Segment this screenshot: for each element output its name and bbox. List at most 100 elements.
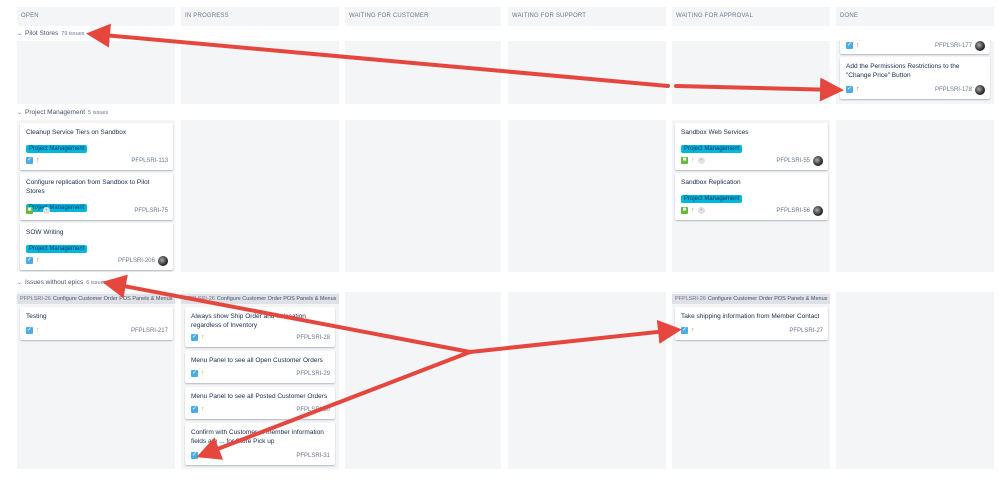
issue-key[interactable]: PFPLSRI-177: [935, 43, 972, 49]
task-icon: ✓: [191, 334, 198, 341]
column-header-open: OPEN: [17, 7, 175, 26]
card-title: Menu Panel to see all Posted Customer Or…: [191, 393, 328, 400]
parent-title: Configure Customer Order POS Panels & Me…: [52, 296, 173, 302]
parent-issue-header[interactable]: PFPLSRI-26 Configure Customer Order POS P…: [672, 294, 830, 304]
arrow-up-icon: ↑: [36, 257, 40, 264]
lane-pm-waiting-support: [508, 120, 666, 272]
card-title: Testing: [26, 313, 47, 320]
task-icon: ✓: [846, 42, 853, 49]
issue-key[interactable]: PFPLSRI-113: [131, 158, 168, 164]
lane-pilot-in-progress: [181, 41, 339, 104]
issue-key[interactable]: PFPLSRI-30: [296, 407, 330, 413]
arrow-up-icon: ↑: [36, 327, 40, 334]
lane-noepic-done: [836, 292, 994, 469]
card-pfplsri-217[interactable]: Testing ✓ ↑ PFPLSRI-217: [20, 307, 173, 340]
epic-badge[interactable]: Project Management: [26, 145, 88, 153]
parent-key[interactable]: PFPLSRI-26: [675, 296, 706, 302]
parent-key[interactable]: PFPLSRI-26: [20, 296, 51, 302]
issue-key[interactable]: PFPLSRI-28: [296, 335, 330, 341]
chevron-down-icon[interactable]: ⌄: [17, 279, 22, 286]
swimlane-count: 6 issues: [86, 279, 107, 286]
issue-key[interactable]: PFPLSRI-29: [296, 371, 330, 377]
swimlane-count: 79 issues: [61, 30, 85, 37]
card-pfplsri-113[interactable]: Cleanup Service Tiers on Sandbox Project…: [20, 123, 173, 170]
card-title: Always show Ship Order and ... location …: [191, 313, 306, 329]
column-header-done: DONE: [836, 7, 994, 26]
swimlane-header-no-epic[interactable]: ⌄ Issues without epics 6 issues: [17, 279, 106, 286]
lane-pm-waiting-customer: [345, 120, 501, 272]
lane-pilot-waiting-customer: [345, 41, 501, 104]
story-icon: ■: [26, 207, 33, 214]
lane-pm-in-progress: [181, 120, 339, 272]
card-pfplsri-27[interactable]: Take shipping information from Member Co…: [675, 307, 828, 340]
issue-key[interactable]: PFPLSRI-27: [789, 328, 823, 334]
arrow-up-icon: ↑: [691, 157, 695, 164]
swimlane-header-project-management[interactable]: ⌄ Project Management 5 issues: [17, 109, 108, 116]
arrow-up-icon: ↑: [36, 207, 40, 214]
lane-noepic-waiting-customer: [345, 292, 501, 469]
task-icon: ✓: [26, 327, 33, 334]
avatar[interactable]: [813, 155, 823, 166]
arrow-up-icon: ↑: [856, 86, 860, 93]
arrow-up-icon: ↑: [691, 327, 695, 334]
parent-issue-header[interactable]: PFPLSRI-26 Configure Customer Order POS P…: [181, 294, 339, 304]
issue-key[interactable]: PFPLSRI-217: [131, 328, 168, 334]
arrow-up-icon: ↑: [856, 42, 860, 49]
avatar[interactable]: [975, 40, 985, 51]
column-header-in-progress: IN PROGRESS: [181, 7, 339, 26]
task-icon: ✓: [191, 406, 198, 413]
parent-key[interactable]: PFPLSRI-26: [184, 296, 215, 302]
card-title: Cleanup Service Tiers on Sandbox: [26, 129, 127, 136]
card-pfplsri-56[interactable]: Sandbox Replication Project Management ■…: [675, 173, 828, 220]
issue-key[interactable]: PFPLSRI-206: [118, 258, 155, 264]
epic-badge[interactable]: Project Management: [681, 195, 743, 203]
card-title: Configure replication from Sandbox to Pi…: [26, 179, 150, 195]
chevron-down-icon[interactable]: ⌄: [17, 109, 22, 116]
parent-title: Configure Customer Order POS Panels & Me…: [216, 296, 337, 302]
swimlane-title: Pilot Stores: [25, 30, 59, 37]
swimlane-header-pilot-stores[interactable]: ⌄ Pilot Stores 79 issues: [17, 30, 85, 37]
card-pfplsri-31[interactable]: Confirm with Customer ... member informa…: [185, 423, 335, 465]
swimlane-title: Project Management: [25, 109, 86, 116]
epic-badge[interactable]: Project Management: [26, 245, 88, 253]
arrow-up-icon: ↑: [691, 207, 695, 214]
card-pfplsri-55[interactable]: Sandbox Web Services Project Management …: [675, 123, 828, 170]
parent-issue-header[interactable]: PFPLSRI-26 Configure Customer Order POS P…: [17, 294, 175, 304]
arrow-up-icon: ↑: [201, 334, 205, 341]
chevron-down-icon[interactable]: ⌄: [17, 30, 22, 37]
issue-key[interactable]: PFPLSRI-56: [776, 208, 810, 214]
issue-key[interactable]: PFPLSRI-75: [134, 208, 168, 214]
avatar[interactable]: [813, 205, 823, 216]
card-pfplsri-30[interactable]: Menu Panel to see all Posted Customer Or…: [185, 387, 335, 419]
avatar[interactable]: [158, 255, 168, 266]
column-header-waiting-customer: WAITING FOR CUSTOMER: [345, 7, 501, 26]
column-header-waiting-support: WAITING FOR SUPPORT: [508, 7, 666, 26]
card-pfplsri-177[interactable]: ✓ ↑ PFPLSRI-177: [840, 38, 990, 54]
epic-badge[interactable]: Project Management: [681, 145, 743, 153]
card-pfplsri-206[interactable]: SOW Writing Project Management ✓ ↑ PFPLS…: [20, 223, 173, 270]
arrow-up-icon: ↑: [36, 157, 40, 164]
lane-pilot-waiting-support: [508, 41, 666, 104]
lane-pm-done: [836, 120, 994, 272]
card-title: Sandbox Web Services: [681, 129, 749, 136]
card-pfplsri-178[interactable]: Add the Permissions Restrictions to the …: [840, 57, 990, 99]
card-title: Add the Permissions Restrictions to the …: [846, 63, 960, 79]
issue-key[interactable]: PFPLSRI-55: [776, 158, 810, 164]
issue-key[interactable]: PFPLSRI-178: [935, 87, 972, 93]
card-title: Sandbox Replication: [681, 179, 741, 186]
column-header-waiting-approval: WAITING FOR APPROVAL: [672, 7, 830, 26]
card-pfplsri-29[interactable]: Menu Panel to see all Open Customer Orde…: [185, 351, 335, 383]
card-title: Menu Panel to see all Open Customer Orde…: [191, 357, 323, 364]
task-icon: ✓: [191, 370, 198, 377]
lane-noepic-waiting-support: [508, 292, 666, 469]
arrow-up-icon: ↑: [201, 406, 205, 413]
card-pfplsri-28[interactable]: Always show Ship Order and ... location …: [185, 307, 335, 347]
task-icon: ✓: [846, 86, 853, 93]
lane-pilot-waiting-approval: [672, 41, 830, 104]
swimlane-title: Issues without epics: [25, 279, 84, 286]
card-pfplsri-75[interactable]: Configure replication from Sandbox to Pi…: [20, 173, 173, 220]
estimate-badge: -: [697, 207, 706, 214]
issue-key[interactable]: PFPLSRI-31: [296, 453, 330, 459]
avatar[interactable]: [975, 84, 985, 95]
task-icon: ✓: [191, 452, 198, 459]
